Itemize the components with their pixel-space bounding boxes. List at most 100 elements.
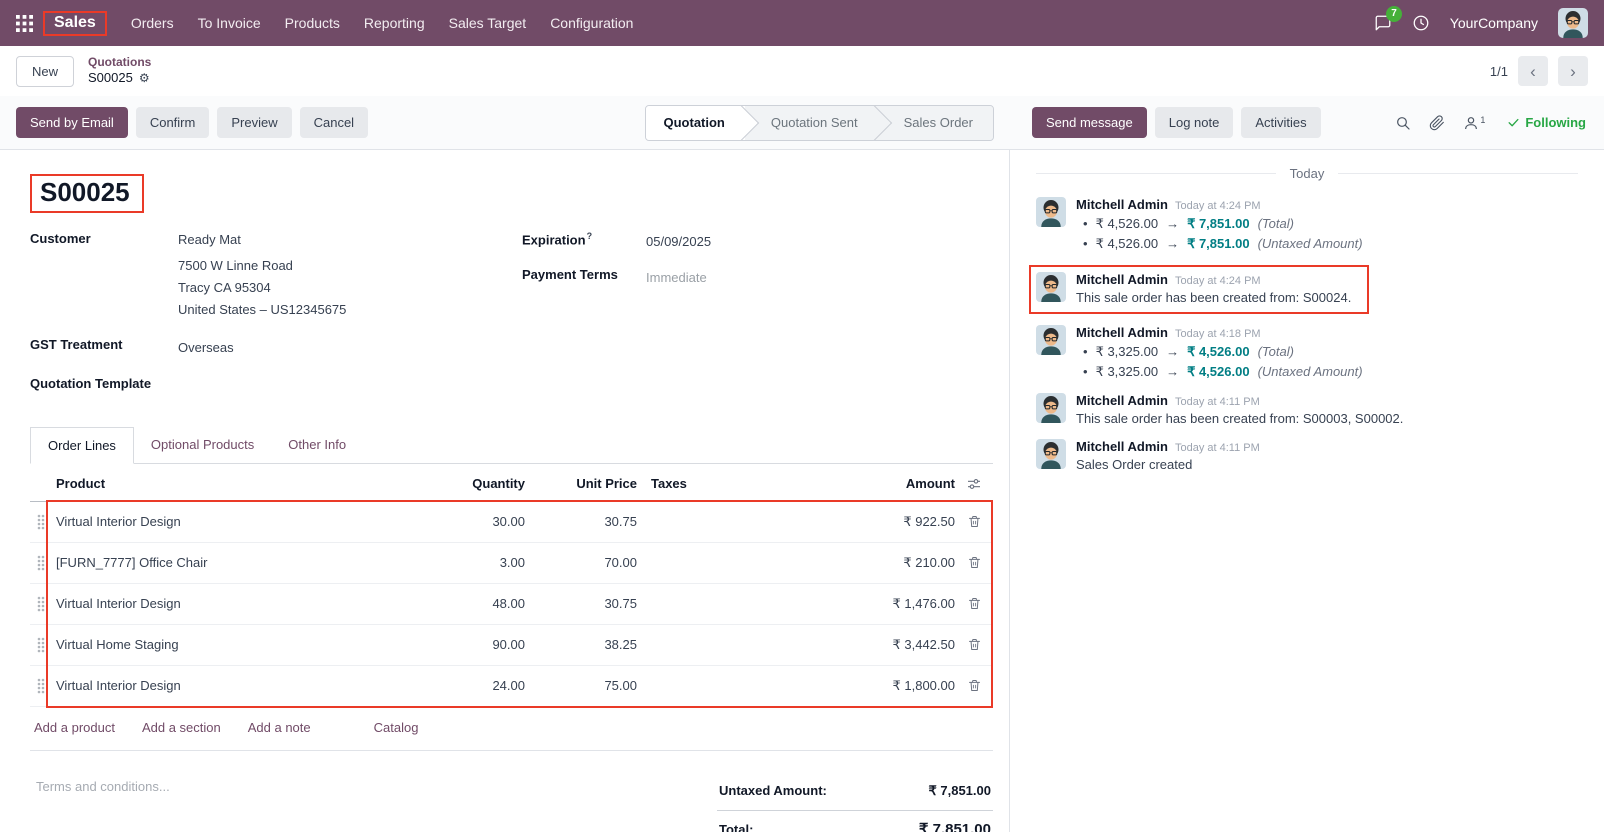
new-button[interactable]: New	[16, 55, 75, 87]
delete-row-icon[interactable]	[955, 678, 993, 693]
product-cell[interactable]: Virtual Interior Design	[52, 514, 430, 529]
unit-price-cell[interactable]: 70.00	[525, 555, 637, 570]
delete-row-icon[interactable]	[955, 514, 993, 529]
delete-row-icon[interactable]	[955, 637, 993, 652]
payment-terms-field[interactable]: Immediate	[646, 267, 707, 289]
product-cell[interactable]: Virtual Interior Design	[52, 678, 430, 693]
log-note-button[interactable]: Log note	[1154, 107, 1234, 138]
customer-address-line: United States – US12345675	[178, 302, 347, 318]
breadcrumb-quotations[interactable]: Quotations	[88, 55, 151, 70]
tab-optional-products[interactable]: Optional Products	[134, 427, 271, 463]
activities-clock-icon[interactable]	[1412, 14, 1430, 32]
status-sales-order[interactable]: Sales Order	[877, 105, 993, 140]
optional-columns-icon[interactable]	[955, 476, 993, 492]
app-name-sales[interactable]: Sales	[43, 10, 107, 36]
quantity-cell[interactable]: 30.00	[430, 514, 525, 529]
tracked-field: (Total)	[1257, 344, 1294, 359]
bullet: •	[1083, 216, 1088, 231]
delete-row-icon[interactable]	[955, 555, 993, 570]
column-quantity: Quantity	[472, 476, 525, 492]
message-body: This sale order has been created from: S…	[1076, 290, 1352, 305]
followers-icon[interactable]: 1	[1463, 115, 1485, 131]
message-time: Today at 4:11 PM	[1174, 442, 1260, 454]
arrow-icon: →	[1166, 236, 1180, 251]
product-cell[interactable]: [FURN_7777] Office Chair	[52, 555, 430, 570]
message-author: Mitchell Admin	[1076, 325, 1168, 340]
add-note-link[interactable]: Add a note	[248, 720, 311, 735]
add-section-link[interactable]: Add a section	[142, 720, 221, 735]
gst-treatment-field[interactable]: Overseas	[178, 337, 234, 359]
apps-grid-icon[interactable]	[16, 15, 33, 32]
status-quotation-sent[interactable]: Quotation Sent	[744, 105, 878, 140]
drag-handle-icon[interactable]	[30, 554, 52, 572]
message-time: Today at 4:11 PM	[1174, 396, 1260, 408]
drag-handle-icon[interactable]	[30, 636, 52, 654]
product-cell[interactable]: Virtual Home Staging	[52, 637, 430, 652]
menu-configuration[interactable]: Configuration	[550, 15, 633, 31]
order-line-row: Virtual Interior Design 30.00 30.75 ₹ 92…	[30, 502, 993, 543]
action-bar: Send by Email Confirm Preview Cancel Quo…	[0, 96, 1604, 150]
tracked-field: (Total)	[1257, 216, 1294, 231]
tab-other-info[interactable]: Other Info	[271, 427, 363, 463]
quantity-cell[interactable]: 90.00	[430, 637, 525, 652]
tab-order-lines[interactable]: Order Lines	[30, 426, 134, 464]
unit-price-cell[interactable]: 30.75	[525, 514, 637, 529]
following-toggle[interactable]: Following	[1507, 115, 1586, 130]
unit-price-cell[interactable]: 75.00	[525, 678, 637, 693]
totals-block: Untaxed Amount: ₹ 7,851.00 Total: ₹ 7,85…	[717, 779, 993, 832]
quantity-cell[interactable]: 24.00	[430, 678, 525, 693]
pager-count: 1/1	[1489, 63, 1508, 79]
send-message-button[interactable]: Send message	[1032, 107, 1147, 138]
amount-cell: ₹ 1,800.00	[892, 677, 956, 693]
menu-products[interactable]: Products	[285, 15, 340, 31]
drag-handle-icon[interactable]	[30, 513, 52, 531]
notebook-tabs: Order Lines Optional Products Other Info	[30, 426, 993, 464]
product-cell[interactable]: Virtual Interior Design	[52, 596, 430, 611]
breadcrumb-current: S00025	[88, 70, 133, 86]
send-by-email-button[interactable]: Send by Email	[16, 107, 128, 138]
menu-orders[interactable]: Orders	[131, 15, 174, 31]
add-product-link[interactable]: Add a product	[34, 720, 115, 735]
pager: 1/1 ‹ ›	[1490, 56, 1588, 86]
bullet: •	[1083, 364, 1088, 379]
delete-row-icon[interactable]	[955, 596, 993, 611]
unit-price-cell[interactable]: 38.25	[525, 637, 637, 652]
menu-to-invoice[interactable]: To Invoice	[198, 15, 261, 31]
expiration-label: Expiration?	[522, 231, 593, 248]
column-amount: Amount	[905, 476, 955, 492]
message-time: Today at 4:24 PM	[1174, 200, 1261, 212]
quantity-cell[interactable]: 48.00	[430, 596, 525, 611]
menu-reporting[interactable]: Reporting	[364, 15, 425, 31]
status-quotation[interactable]: Quotation	[645, 105, 745, 140]
attachments-icon[interactable]	[1429, 115, 1445, 131]
preview-button[interactable]: Preview	[217, 107, 292, 138]
pager-previous-button[interactable]: ‹	[1518, 56, 1548, 86]
chatter-panel: Today Mitchell Admin Today at 4:24 PM • …	[1010, 150, 1604, 832]
drag-handle-icon[interactable]	[30, 595, 52, 613]
confirm-button[interactable]: Confirm	[135, 107, 210, 138]
gear-icon[interactable]: ⚙	[139, 71, 150, 86]
search-messages-icon[interactable]	[1395, 115, 1411, 131]
user-avatar[interactable]	[1558, 8, 1588, 38]
pager-next-button[interactable]: ›	[1558, 56, 1588, 86]
check-icon	[1507, 116, 1520, 129]
terms-and-conditions-input[interactable]: Terms and conditions...	[36, 779, 170, 832]
customer-field[interactable]: Ready Mat	[178, 231, 346, 249]
message-time: Today at 4:18 PM	[1174, 328, 1261, 340]
unit-price-cell[interactable]: 30.75	[525, 596, 637, 611]
messages-icon[interactable]: 7	[1374, 6, 1402, 32]
activities-button[interactable]: Activities	[1241, 107, 1321, 138]
bullet: •	[1083, 236, 1088, 251]
chatter-message: Mitchell Admin Today at 4:11 PM This sal…	[1036, 393, 1578, 426]
chatter-message: Mitchell Admin Today at 4:24 PM • ₹ 4,52…	[1036, 197, 1578, 252]
cancel-button[interactable]: Cancel	[299, 107, 369, 138]
message-author: Mitchell Admin	[1076, 439, 1168, 454]
catalog-link[interactable]: Catalog	[374, 720, 419, 735]
drag-handle-icon[interactable]	[30, 677, 52, 695]
quantity-cell[interactable]: 3.00	[430, 555, 525, 570]
company-switcher[interactable]: YourCompany	[1450, 15, 1538, 31]
expiration-field[interactable]: 05/09/2025	[646, 231, 711, 253]
menu-sales-target[interactable]: Sales Target	[449, 15, 527, 31]
payment-terms-label: Payment Terms	[522, 267, 618, 283]
avatar	[1036, 439, 1066, 469]
